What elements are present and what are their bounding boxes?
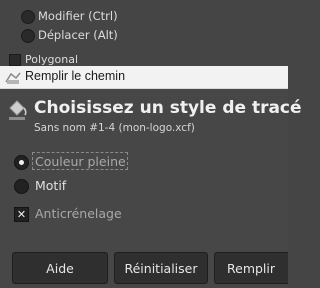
modify-mode-label: Modifier (Ctrl) bbox=[38, 9, 118, 23]
solid-color-label[interactable]: Couleur pleine bbox=[35, 154, 126, 169]
move-mode-radio[interactable] bbox=[21, 29, 35, 43]
paint-bucket-icon bbox=[6, 98, 28, 126]
help-button[interactable]: Aide bbox=[12, 252, 108, 284]
antialiasing-label[interactable]: Anticrénelage bbox=[35, 206, 122, 221]
fill-button[interactable]: Remplir bbox=[214, 252, 288, 284]
pattern-radio[interactable] bbox=[14, 179, 29, 194]
fill-path-icon bbox=[5, 70, 21, 89]
pattern-label[interactable]: Motif bbox=[35, 178, 66, 193]
solid-color-radio[interactable] bbox=[14, 155, 29, 170]
reset-button[interactable]: Réinitialiser bbox=[114, 252, 208, 284]
dialog-titlebar[interactable]: Remplir le chemin bbox=[0, 66, 288, 89]
modify-mode-radio[interactable] bbox=[21, 10, 35, 24]
dialog-title: Remplir le chemin bbox=[25, 69, 126, 83]
dialog-heading: Choisissez un style de tracé bbox=[34, 98, 302, 118]
move-mode-label: Déplacer (Alt) bbox=[38, 28, 118, 42]
polygonal-checkbox[interactable] bbox=[9, 54, 21, 66]
antialiasing-checkbox[interactable]: ✕ bbox=[14, 207, 29, 222]
polygonal-label: Polygonal bbox=[25, 53, 79, 66]
image-name: Sans nom #1-4 (mon-logo.xcf) bbox=[34, 122, 195, 134]
